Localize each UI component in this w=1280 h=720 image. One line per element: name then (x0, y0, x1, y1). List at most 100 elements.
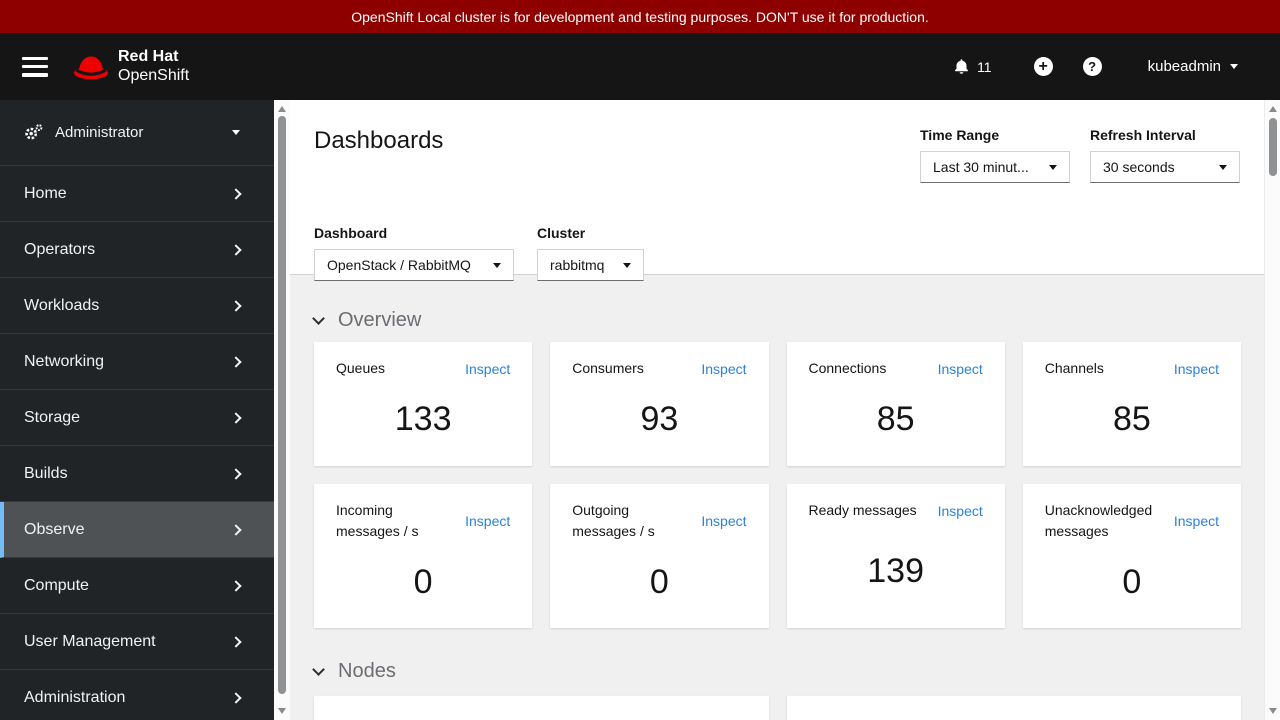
card-title: Connections (808, 360, 887, 376)
time-range-select[interactable]: Last 30 minut... (920, 151, 1070, 183)
nav-label: Networking (24, 352, 105, 370)
inspect-link[interactable]: Inspect (1174, 361, 1219, 377)
masthead: Red Hat OpenShift 11 + ? kubeadmin (0, 33, 1280, 100)
content-scrollbar[interactable] (1264, 100, 1280, 720)
inspect-link[interactable]: Inspect (465, 361, 510, 377)
dashboard-select[interactable]: OpenStack / RabbitMQ (314, 249, 514, 281)
cluster-select-group: Cluster rabbitmq (537, 225, 644, 281)
scroll-down-arrow-icon[interactable] (278, 708, 286, 714)
connections-card: Connections Inspect 85 (786, 342, 1005, 466)
main-content: Dashboards Time Range Last 30 minut... R… (290, 100, 1264, 720)
banner-text: OpenShift Local cluster is for developme… (351, 8, 929, 25)
brand-line1: Red Hat (118, 48, 179, 66)
sidebar-item-user-management[interactable]: User Management (0, 614, 274, 670)
cluster-value: rabbitmq (550, 257, 605, 273)
overview-section-toggle[interactable]: Overview (312, 309, 1241, 332)
sidebar-item-networking[interactable]: Networking (0, 334, 274, 390)
card-value: 0 (1122, 562, 1142, 601)
angle-right-icon (230, 523, 242, 536)
refresh-interval-group: Refresh Interval 30 seconds (1090, 127, 1240, 183)
brand-logo[interactable]: Red Hat OpenShift (72, 48, 189, 85)
inspect-link[interactable]: Inspect (938, 361, 983, 377)
channels-card: Channels Inspect 85 (1022, 342, 1241, 466)
sidebar-item-compute[interactable]: Compute (0, 558, 274, 614)
overview-cards-row2: Incoming messages / s Inspect 0 Outgoing… (314, 484, 1241, 628)
card-value: 85 (876, 400, 915, 438)
add-plus-circle-icon[interactable]: + (1033, 57, 1053, 76)
scroll-up-arrow-icon[interactable] (278, 106, 286, 112)
masthead-actions: 11 + ? kubeadmin (953, 57, 1280, 76)
sidebar-item-observe[interactable]: Observe (0, 502, 274, 558)
sidebar-item-home[interactable]: Home (0, 166, 274, 222)
ready-messages-card: Ready messages Inspect 139 (786, 484, 1005, 628)
sidebar-item-operators[interactable]: Operators (0, 222, 274, 278)
nav-label: User Management (24, 632, 156, 650)
sidebar-nav: Administrator Home Operators Workloads N… (0, 100, 274, 720)
queues-card: Queues Inspect 133 (314, 342, 533, 466)
refresh-interval-value: 30 seconds (1103, 159, 1175, 175)
card-title: Channels (1044, 360, 1104, 376)
caret-down-icon (493, 262, 501, 268)
inspect-link[interactable]: Inspect (938, 503, 983, 519)
angle-right-icon (230, 187, 242, 200)
time-range-label: Time Range (920, 127, 1000, 143)
dashboards-header: Dashboards Time Range Last 30 minut... R… (290, 100, 1264, 281)
refresh-interval-select[interactable]: 30 seconds (1090, 151, 1240, 183)
user-menu[interactable]: kubeadmin (1148, 58, 1238, 75)
outgoing-messages-card: Outgoing messages / s Inspect 0 (550, 484, 769, 628)
card-title: Consumers (572, 360, 644, 376)
inspect-link[interactable]: Inspect (1174, 513, 1219, 529)
notification-banner: OpenShift Local cluster is for developme… (0, 0, 1280, 33)
card-title: Outgoing messages / s (572, 502, 655, 539)
card-title: Queues (336, 360, 386, 376)
inspect-link[interactable]: Inspect (701, 513, 746, 529)
consumers-card: Consumers Inspect 93 (550, 342, 769, 466)
dashboard-label: Dashboard (314, 225, 388, 241)
card-title: Ready messages (808, 502, 917, 518)
sidebar-item-workloads[interactable]: Workloads (0, 278, 274, 334)
overview-section-title: Overview (338, 309, 422, 331)
card-title: Unacknowledged messages (1044, 502, 1153, 539)
angle-right-icon (230, 467, 242, 480)
nodes-cards-row (314, 696, 1241, 720)
nav-label: Home (24, 184, 67, 202)
help-question-circle-icon[interactable]: ? (1082, 57, 1102, 76)
card-value: 133 (394, 400, 452, 438)
sidebar-item-storage[interactable]: Storage (0, 390, 274, 446)
bell-icon (955, 59, 969, 74)
nav-label: Observe (24, 520, 85, 538)
nav-label: Administration (24, 688, 126, 706)
nodes-section-title: Nodes (338, 660, 396, 682)
scrollbar-thumb[interactable] (1268, 118, 1277, 176)
sidebar-scrollbar[interactable] (274, 100, 290, 720)
angle-right-icon (230, 579, 242, 592)
scroll-up-arrow-icon[interactable] (1269, 106, 1277, 112)
time-range-group: Time Range Last 30 minut... (920, 127, 1070, 183)
dashboard-body: Overview Queues Inspect 133 Consumers In… (290, 309, 1264, 720)
card-value: 0 (413, 562, 433, 601)
scroll-down-arrow-icon[interactable] (1269, 708, 1277, 714)
nav-label: Storage (24, 408, 81, 426)
angle-right-icon (230, 243, 242, 256)
cluster-select[interactable]: rabbitmq (537, 249, 644, 281)
caret-down-icon (1230, 64, 1238, 69)
nodes-section-toggle[interactable]: Nodes (312, 660, 1241, 683)
perspective-switcher[interactable]: Administrator (0, 100, 274, 166)
notifications-button[interactable]: 11 (953, 58, 992, 75)
sidebar-item-builds[interactable]: Builds (0, 446, 274, 502)
refresh-interval-label: Refresh Interval (1090, 127, 1196, 143)
openshift-console: OpenShift Local cluster is for developme… (0, 0, 1280, 720)
hamburger-menu-icon[interactable] (22, 56, 48, 77)
dashboard-value: OpenStack / RabbitMQ (327, 257, 471, 273)
sidebar-item-administration[interactable]: Administration (0, 670, 274, 720)
brand-text: Red Hat OpenShift (118, 48, 189, 85)
scrollbar-thumb[interactable] (277, 116, 286, 694)
card-value: 0 (649, 562, 669, 601)
inspect-link[interactable]: Inspect (465, 513, 510, 529)
card-value: 85 (1112, 400, 1151, 438)
dashboard-select-group: Dashboard OpenStack / RabbitMQ (314, 225, 514, 281)
brand-line2: OpenShift (118, 66, 190, 84)
caret-down-icon (1219, 164, 1227, 170)
inspect-link[interactable]: Inspect (701, 361, 746, 377)
card-value: 93 (640, 400, 679, 438)
